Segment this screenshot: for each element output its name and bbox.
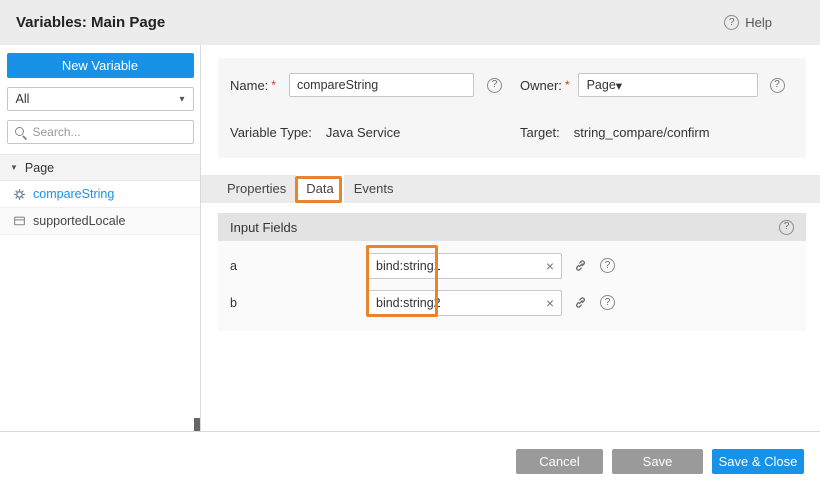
dialog-header: Variables: Main Page ? Help bbox=[0, 0, 820, 45]
bind-value-input[interactable] bbox=[376, 296, 542, 310]
cancel-button[interactable]: Cancel bbox=[516, 449, 603, 474]
owner-selected-value: Page bbox=[587, 78, 616, 92]
target-label: Target: bbox=[520, 125, 560, 140]
variables-dialog: Variables: Main Page ? Help New Variable… bbox=[0, 0, 820, 490]
filter-selected-value: All bbox=[16, 92, 30, 106]
tree-item-label: compareString bbox=[33, 187, 114, 201]
detail-tabs: Properties Data Events bbox=[201, 175, 820, 203]
help-icon[interactable]: ? bbox=[487, 78, 502, 93]
bind-input-a[interactable]: × bbox=[368, 253, 562, 279]
gear-icon bbox=[13, 188, 26, 201]
field-row-a: a × ? bbox=[218, 247, 806, 284]
help-button[interactable]: ? Help bbox=[724, 15, 772, 30]
chevron-down-icon: ▾ bbox=[616, 78, 622, 93]
help-icon[interactable]: ? bbox=[770, 78, 785, 93]
variable-form-panel: Name:* ? Owner:* Page ▾ ? Variable Type:… bbox=[218, 58, 806, 158]
help-label: Help bbox=[745, 15, 772, 30]
tab-events[interactable]: Events bbox=[344, 175, 404, 203]
input-fields-header: Input Fields ? bbox=[218, 213, 806, 241]
help-icon[interactable]: ? bbox=[779, 220, 794, 235]
clear-icon[interactable]: × bbox=[546, 258, 554, 274]
link-icon[interactable] bbox=[573, 258, 588, 273]
scrollbar-thumb[interactable] bbox=[194, 418, 200, 431]
owner-label: Owner: bbox=[520, 78, 562, 93]
field-row-b: b × ? bbox=[218, 284, 806, 321]
locale-icon bbox=[13, 215, 26, 228]
required-marker: * bbox=[565, 78, 570, 92]
target-value: string_compare/confirm bbox=[574, 125, 710, 140]
tree-group-page[interactable]: ▼ Page bbox=[0, 154, 200, 181]
dialog-footer: Cancel Save Save & Close bbox=[0, 431, 820, 490]
variables-tree: ▼ Page compareString supportedLocale bbox=[0, 154, 200, 235]
tree-group-label: Page bbox=[25, 161, 54, 175]
new-variable-button[interactable]: New Variable bbox=[7, 53, 194, 78]
clear-icon[interactable]: × bbox=[546, 295, 554, 311]
field-label: b bbox=[230, 296, 368, 310]
tab-data[interactable]: Data bbox=[296, 175, 343, 203]
collapse-icon: ▼ bbox=[10, 163, 18, 172]
tree-item-label: supportedLocale bbox=[33, 214, 125, 228]
chevron-down-icon: ▾ bbox=[179, 94, 184, 105]
required-marker: * bbox=[271, 78, 276, 92]
search-box[interactable] bbox=[7, 120, 194, 144]
sidebar: New Variable All ▾ ▼ Page compareString bbox=[0, 45, 201, 431]
help-icon[interactable]: ? bbox=[600, 295, 615, 310]
input-fields-rows: a × ? b × ? bbox=[218, 241, 806, 331]
link-icon[interactable] bbox=[573, 295, 588, 310]
page-title: Variables: Main Page bbox=[16, 14, 165, 31]
variable-type-value: Java Service bbox=[326, 125, 400, 140]
name-label: Name: bbox=[230, 78, 268, 93]
tree-item-comparestring[interactable]: compareString bbox=[0, 181, 200, 208]
variable-type-label: Variable Type: bbox=[230, 125, 312, 140]
save-and-close-button[interactable]: Save & Close bbox=[712, 449, 804, 474]
tab-properties[interactable]: Properties bbox=[217, 175, 296, 203]
save-button[interactable]: Save bbox=[612, 449, 703, 474]
search-icon bbox=[15, 126, 27, 138]
input-fields-title: Input Fields bbox=[230, 220, 297, 235]
tree-item-supportedlocale[interactable]: supportedLocale bbox=[0, 208, 200, 235]
filter-dropdown[interactable]: All ▾ bbox=[7, 87, 194, 111]
field-label: a bbox=[230, 259, 368, 273]
main-content: Name:* ? Owner:* Page ▾ ? Variable Type:… bbox=[201, 45, 820, 431]
owner-dropdown[interactable]: Page ▾ bbox=[578, 73, 758, 97]
help-icon[interactable]: ? bbox=[600, 258, 615, 273]
name-input[interactable] bbox=[289, 73, 474, 97]
help-icon: ? bbox=[724, 15, 739, 30]
bind-input-b[interactable]: × bbox=[368, 290, 562, 316]
bind-value-input[interactable] bbox=[376, 259, 542, 273]
search-input[interactable] bbox=[33, 125, 186, 139]
